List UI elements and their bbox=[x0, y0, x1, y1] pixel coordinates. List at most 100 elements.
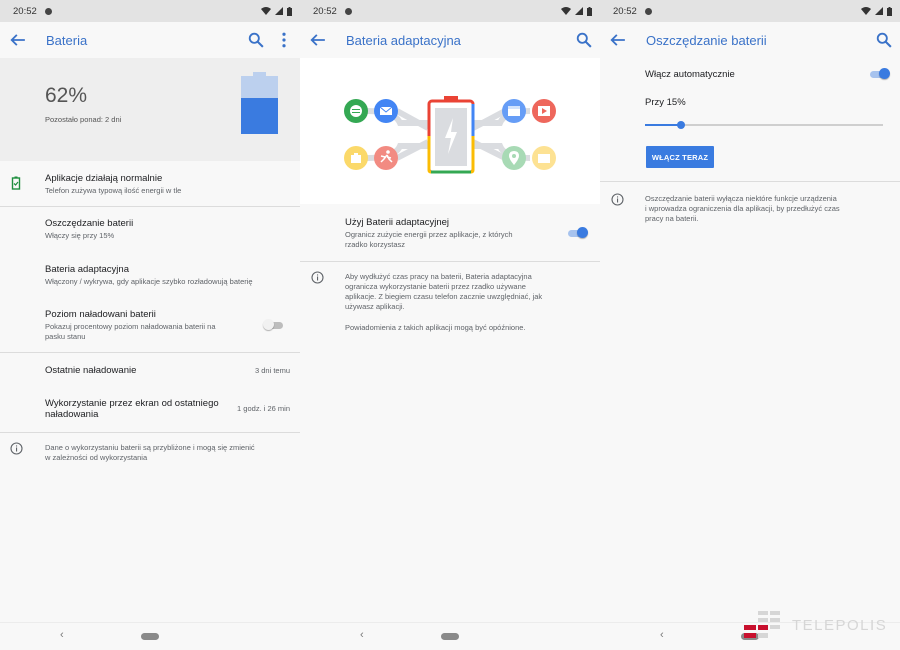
app-bar: Bateria bbox=[0, 22, 300, 58]
nav-back-icon[interactable]: ‹ bbox=[360, 629, 364, 641]
battery-status-subtitle: Telefon zużywa typową ilość energii w tl… bbox=[45, 186, 182, 195]
adaptive-battery-toggle-subtitle-1: Ogranicz zużycie energii przez aplikacje… bbox=[345, 230, 513, 239]
signal-icon bbox=[875, 7, 883, 15]
status-bar: 20:52 bbox=[0, 0, 300, 22]
battery-percent: 62% bbox=[45, 84, 88, 107]
status-bar: 20:52 bbox=[600, 0, 900, 22]
threshold-row: Przy 15% bbox=[600, 95, 900, 111]
battery-percentage-row[interactable]: Poziom naładowani baterii Pokazuj procen… bbox=[0, 304, 300, 348]
adaptive-battery-illustration bbox=[300, 58, 600, 204]
app-bar: Bateria adaptacyjna bbox=[300, 22, 600, 58]
more-options-icon[interactable] bbox=[276, 32, 292, 48]
info-text-3: pracy na baterii. bbox=[645, 214, 699, 223]
battery-level-icon bbox=[241, 72, 278, 134]
status-time: 20:52 bbox=[313, 5, 337, 17]
threshold-label: Przy 15% bbox=[645, 97, 686, 108]
search-icon[interactable] bbox=[876, 32, 892, 48]
divider bbox=[0, 432, 300, 433]
adaptive-battery-title: Bateria adaptacyjna bbox=[45, 264, 129, 275]
notification-dot-icon bbox=[344, 7, 352, 15]
auto-enable-row[interactable]: Włącz automatycznie bbox=[600, 66, 900, 86]
nav-home-pill[interactable] bbox=[141, 633, 159, 640]
search-icon[interactable] bbox=[248, 32, 264, 48]
navigation-bar: ‹ bbox=[300, 622, 600, 650]
last-charge-title: Ostatnie naładowanie bbox=[45, 365, 137, 376]
telepolis-logo-icon bbox=[744, 611, 780, 638]
info-text-3: aplikacje. Z biegiem czasu telefon zaczn… bbox=[345, 292, 543, 301]
auto-enable-toggle[interactable] bbox=[870, 68, 890, 79]
page-title: Bateria bbox=[46, 32, 88, 48]
page-title: Bateria adaptacyjna bbox=[346, 32, 461, 48]
adaptive-battery-toggle-subtitle-2: rzadko korzystasz bbox=[345, 240, 406, 249]
info-text-5: Powiadomienia z takich aplikacji mogą by… bbox=[345, 323, 526, 332]
screen-usage-title-2: naładowania bbox=[45, 409, 99, 420]
battery-status-title: Aplikacje działają normalnie bbox=[45, 173, 163, 184]
page-title: Oszczędzanie baterii bbox=[646, 32, 767, 48]
screen-usage-row: Wykorzystanie przez ekran od ostatniego … bbox=[0, 393, 300, 423]
auto-enable-title: Włącz automatycznie bbox=[645, 69, 735, 80]
battery-ok-icon bbox=[11, 176, 21, 190]
back-arrow-icon[interactable] bbox=[10, 32, 26, 48]
signal-icon bbox=[275, 7, 283, 15]
battery-saver-subtitle: Włączy się przy 15% bbox=[45, 231, 115, 240]
battery-percentage-title: Poziom naładowani baterii bbox=[45, 309, 156, 320]
back-arrow-icon[interactable] bbox=[310, 32, 326, 48]
battery-status-row: Aplikacje działają normalnie Telefon zuż… bbox=[0, 168, 300, 206]
search-icon[interactable] bbox=[576, 32, 592, 48]
divider bbox=[300, 261, 600, 262]
nav-home-pill[interactable] bbox=[441, 633, 459, 640]
watermark-text: TELEPOLIS bbox=[792, 616, 888, 634]
turn-on-now-button[interactable]: WŁĄCZ TERAZ bbox=[646, 146, 714, 168]
adaptive-battery-subtitle: Włączony / wykrywa, gdy aplikacje szybko… bbox=[45, 277, 253, 286]
info-text-4: używasz aplikacji. bbox=[345, 302, 405, 311]
divider bbox=[0, 352, 300, 353]
app-bar: Oszczędzanie baterii bbox=[600, 22, 900, 58]
screen-usage-value: 1 godz. i 26 min bbox=[237, 404, 290, 413]
adaptive-battery-row[interactable]: Bateria adaptacyjna Włączony / wykrywa, … bbox=[0, 259, 300, 297]
status-bar: 20:52 bbox=[300, 0, 600, 22]
battery-remaining: Pozostało ponad: 2 dni bbox=[45, 115, 122, 124]
battery-screen: 20:52 Bateria 62% Pozostało ponad: 2 dni bbox=[0, 0, 300, 650]
battery-status-icon bbox=[287, 6, 292, 16]
adaptive-battery-toggle[interactable] bbox=[568, 227, 588, 238]
wifi-icon bbox=[561, 7, 571, 15]
nav-back-icon[interactable]: ‹ bbox=[60, 629, 64, 641]
info-text-1: Aby wydłużyć czas pracy na baterii, Bate… bbox=[345, 272, 532, 281]
wifi-icon bbox=[261, 7, 271, 15]
battery-saver-screen: 20:52 Oszczędzanie baterii Włącz automat… bbox=[600, 0, 900, 650]
info-icon bbox=[611, 193, 624, 206]
notification-dot-icon bbox=[644, 7, 652, 15]
battery-percentage-toggle[interactable] bbox=[263, 319, 284, 330]
last-charge-row: Ostatnie naładowanie 3 dni temu bbox=[0, 360, 300, 382]
info-text-2: w zależności od wykorzystania bbox=[45, 453, 148, 462]
adaptive-battery-toggle-title: Użyj Baterii adaptacyjnej bbox=[345, 217, 450, 228]
nav-back-icon[interactable]: ‹ bbox=[660, 629, 664, 641]
notification-dot-icon bbox=[44, 7, 52, 15]
info-text-1: Dane o wykorzystaniu baterii są przybliż… bbox=[45, 443, 255, 452]
info-icon bbox=[10, 442, 23, 455]
info-text-2: i wprowadza ograniczenia dla aplikacji, … bbox=[645, 204, 840, 213]
wifi-icon bbox=[861, 7, 871, 15]
adaptive-battery-toggle-row[interactable]: Użyj Baterii adaptacyjnej Ogranicz zużyc… bbox=[300, 214, 600, 254]
divider bbox=[600, 181, 900, 182]
screen-usage-title-1: Wykorzystanie przez ekran od ostatniego bbox=[45, 398, 219, 409]
threshold-slider[interactable] bbox=[645, 121, 883, 129]
battery-summary: 62% Pozostało ponad: 2 dni bbox=[0, 58, 300, 161]
illustration-graphic bbox=[344, 96, 556, 174]
signal-icon bbox=[575, 7, 583, 15]
back-arrow-icon[interactable] bbox=[610, 32, 626, 48]
divider bbox=[0, 206, 300, 207]
battery-percentage-subtitle-1: Pokazuj procentowy poziom naładowania ba… bbox=[45, 322, 216, 331]
battery-status-icon bbox=[887, 6, 892, 16]
battery-saver-title: Oszczędzanie baterii bbox=[45, 218, 134, 229]
status-time: 20:52 bbox=[613, 5, 637, 17]
battery-saver-row[interactable]: Oszczędzanie baterii Włączy się przy 15% bbox=[0, 213, 300, 251]
battery-status-icon bbox=[587, 6, 592, 16]
slider-thumb[interactable] bbox=[676, 121, 685, 129]
info-text-1: Oszczędzanie baterii wyłącza niektóre fu… bbox=[645, 194, 837, 203]
info-text-2: ogranicza wykorzystanie baterii przez rz… bbox=[345, 282, 526, 291]
battery-percentage-subtitle-2: pasku stanu bbox=[45, 332, 86, 341]
navigation-bar: ‹ bbox=[0, 622, 300, 650]
last-charge-value: 3 dni temu bbox=[254, 366, 290, 375]
info-icon bbox=[311, 271, 324, 284]
